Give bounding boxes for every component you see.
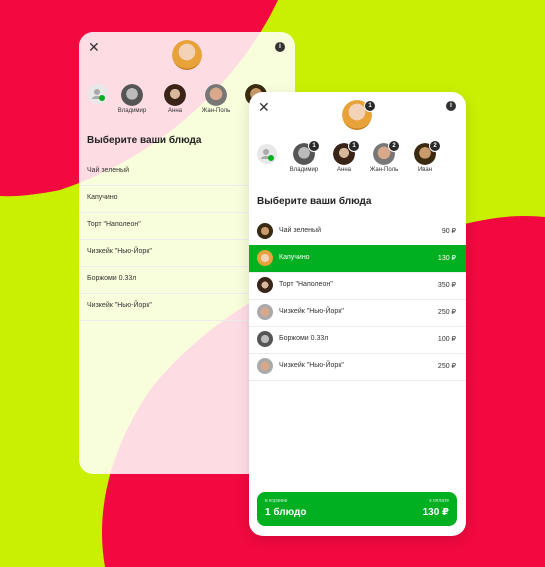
- person-thumb: [257, 331, 273, 347]
- add-person-button[interactable]: [257, 144, 277, 164]
- menu-item[interactable]: Боржоми 0.33л 100 ₽: [249, 326, 466, 354]
- menu-item[interactable]: Торт "Наполеон" 350 ₽: [249, 272, 466, 300]
- count-badge: 2: [429, 140, 441, 152]
- count-badge: 1: [308, 140, 320, 152]
- count-badge: 2: [388, 140, 400, 152]
- person-name: Владимир: [117, 108, 147, 114]
- add-person-icon: [261, 149, 274, 161]
- info-icon[interactable]: i: [275, 42, 285, 52]
- menu-item[interactable]: Чай зеленый 90 ₽: [249, 218, 466, 246]
- add-person-icon: [92, 89, 105, 101]
- person-avatar[interactable]: [205, 84, 227, 106]
- person-avatar[interactable]: [164, 84, 186, 106]
- person-thumb: [257, 223, 273, 239]
- front-order-card: ✕ i 1 1 Владимир 1 Анна 2 Жан-Поль 2 Ива…: [249, 92, 466, 536]
- info-icon[interactable]: i: [446, 101, 456, 111]
- person-thumb: [257, 277, 273, 293]
- person-thumb: [257, 358, 273, 374]
- close-icon[interactable]: ✕: [88, 40, 100, 54]
- add-person-button[interactable]: [88, 84, 108, 104]
- person-avatar[interactable]: [121, 84, 143, 106]
- cart-caption: в корзине: [265, 498, 288, 504]
- count-badge: 1: [348, 140, 360, 152]
- cart-count: 1 блюдо: [265, 507, 307, 518]
- section-title: Выберите ваши блюда: [257, 196, 372, 207]
- person-name: Анна: [337, 167, 351, 173]
- checkout-button[interactable]: в корзине 1 блюдо к оплате 130 ₽: [257, 492, 457, 526]
- current-user-avatar: [172, 40, 202, 70]
- total-caption: к оплате: [429, 498, 449, 504]
- menu-item-selected[interactable]: Капучино 130 ₽: [249, 245, 466, 273]
- person-name: Жан-Поль: [369, 167, 399, 173]
- menu-item[interactable]: Чизкейк "Нью-Йорк" 250 ₽: [249, 353, 466, 381]
- menu-item[interactable]: Чизкейк "Нью-Йорк" 250 ₽: [249, 299, 466, 327]
- person-name: Анна: [168, 108, 182, 114]
- count-badge: 1: [364, 100, 376, 112]
- person-name: Владимир: [289, 167, 319, 173]
- person-name: Иван: [417, 167, 433, 173]
- close-icon[interactable]: ✕: [258, 100, 270, 114]
- section-title: Выберите ваши блюда: [87, 135, 202, 146]
- person-name: Жан-Поль: [201, 108, 231, 114]
- total-amount: 130 ₽: [422, 507, 449, 518]
- person-thumb: [257, 250, 273, 266]
- person-thumb: [257, 304, 273, 320]
